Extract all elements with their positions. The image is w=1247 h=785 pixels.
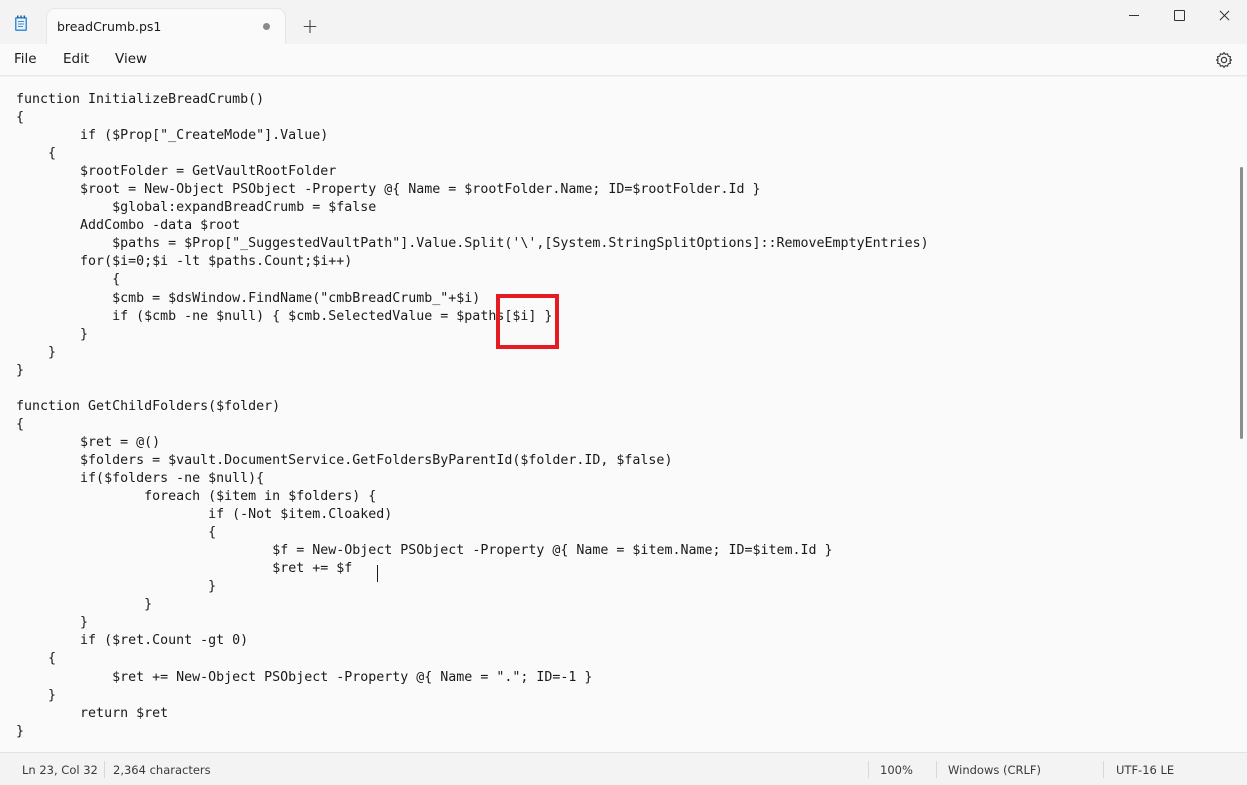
status-bar: Ln 23, Col 32 2,364 characters 100% Wind… (0, 752, 1247, 785)
character-count: 2,364 characters (113, 763, 211, 777)
code-content[interactable]: function InitializeBreadCrumb(){ if ($Pr… (16, 91, 929, 741)
encoding[interactable]: UTF-16 LE (1116, 763, 1174, 777)
highlight-annotation-box (496, 294, 559, 349)
minimize-button[interactable] (1111, 0, 1157, 32)
code-line[interactable]: $paths = $Prop["_SuggestedVaultPath"].Va… (16, 235, 929, 253)
line-ending[interactable]: Windows (CRLF) (948, 763, 1041, 777)
code-line[interactable]: } (16, 614, 929, 632)
code-line[interactable]: foreach ($item in $folders) { (16, 488, 929, 506)
gear-icon[interactable] (1214, 50, 1234, 70)
vertical-scrollbar[interactable] (1240, 167, 1243, 439)
menu-edit[interactable]: Edit (63, 51, 89, 67)
code-line[interactable]: } (16, 326, 929, 344)
menu-view[interactable]: View (115, 51, 147, 67)
text-caret (377, 565, 378, 582)
code-line[interactable]: if (-Not $item.Cloaked) (16, 506, 929, 524)
code-line[interactable]: } (16, 344, 929, 362)
code-line[interactable]: { (16, 145, 929, 163)
tab-title: breadCrumb.ps1 (57, 19, 162, 34)
code-line[interactable]: { (16, 650, 929, 668)
code-line[interactable]: { (16, 271, 929, 289)
code-line[interactable]: } (16, 723, 929, 741)
code-line[interactable]: if($folders -ne $null){ (16, 470, 929, 488)
status-divider (104, 761, 105, 778)
code-line[interactable]: } (16, 596, 929, 614)
code-line[interactable]: AddCombo -data $root (16, 217, 929, 235)
code-line[interactable]: return $ret (16, 705, 929, 723)
code-line[interactable]: } (16, 362, 929, 380)
code-line[interactable]: $root = New-Object PSObject -Property @{… (16, 181, 929, 199)
code-line[interactable]: $f = New-Object PSObject -Property @{ Na… (16, 542, 929, 560)
unsaved-dot-icon[interactable] (263, 23, 270, 30)
code-line[interactable]: for($i=0;$i -lt $paths.Count;$i++) (16, 253, 929, 271)
cursor-position: Ln 23, Col 32 (22, 763, 98, 777)
code-line[interactable]: function GetChildFolders($folder) (16, 398, 929, 416)
status-divider (1103, 761, 1104, 778)
code-line[interactable]: if ($Prop["_CreateMode"].Value) (16, 127, 929, 145)
code-line[interactable]: function InitializeBreadCrumb() (16, 91, 929, 109)
code-line[interactable]: { (16, 524, 929, 542)
close-button[interactable] (1201, 0, 1247, 32)
notepad-icon (15, 15, 27, 31)
code-line[interactable]: { (16, 416, 929, 434)
code-line[interactable]: { (16, 109, 929, 127)
title-bar: breadCrumb.ps1 + (0, 0, 1247, 44)
menu-file[interactable]: File (14, 51, 37, 67)
new-tab-button[interactable]: + (296, 12, 324, 40)
code-line[interactable]: $ret += New-Object PSObject -Property @{… (16, 669, 929, 687)
code-line[interactable]: $ret += $f (16, 560, 929, 578)
code-line[interactable]: $global:expandBreadCrumb = $false (16, 199, 929, 217)
zoom-level[interactable]: 100% (880, 763, 913, 777)
code-line[interactable]: if ($cmb -ne $null) { $cmb.SelectedValue… (16, 308, 929, 326)
code-line[interactable]: $rootFolder = GetVaultRootFolder (16, 163, 929, 181)
status-divider (868, 761, 869, 778)
maximize-button[interactable] (1156, 0, 1202, 32)
code-line[interactable]: } (16, 578, 929, 596)
status-divider (936, 761, 937, 778)
code-line[interactable]: $cmb = $dsWindow.FindName("cmbBreadCrumb… (16, 290, 929, 308)
code-line[interactable]: $folders = $vault.DocumentService.GetFol… (16, 452, 929, 470)
code-line[interactable]: $ret = @() (16, 434, 929, 452)
code-line[interactable]: } (16, 687, 929, 705)
tab-document[interactable]: breadCrumb.ps1 (47, 9, 285, 44)
code-line[interactable]: if ($ret.Count -gt 0) (16, 632, 929, 650)
code-line[interactable] (16, 380, 929, 398)
menu-bar: File Edit View (0, 44, 1247, 76)
text-editor[interactable]: function InitializeBreadCrumb(){ if ($Pr… (0, 77, 1247, 752)
